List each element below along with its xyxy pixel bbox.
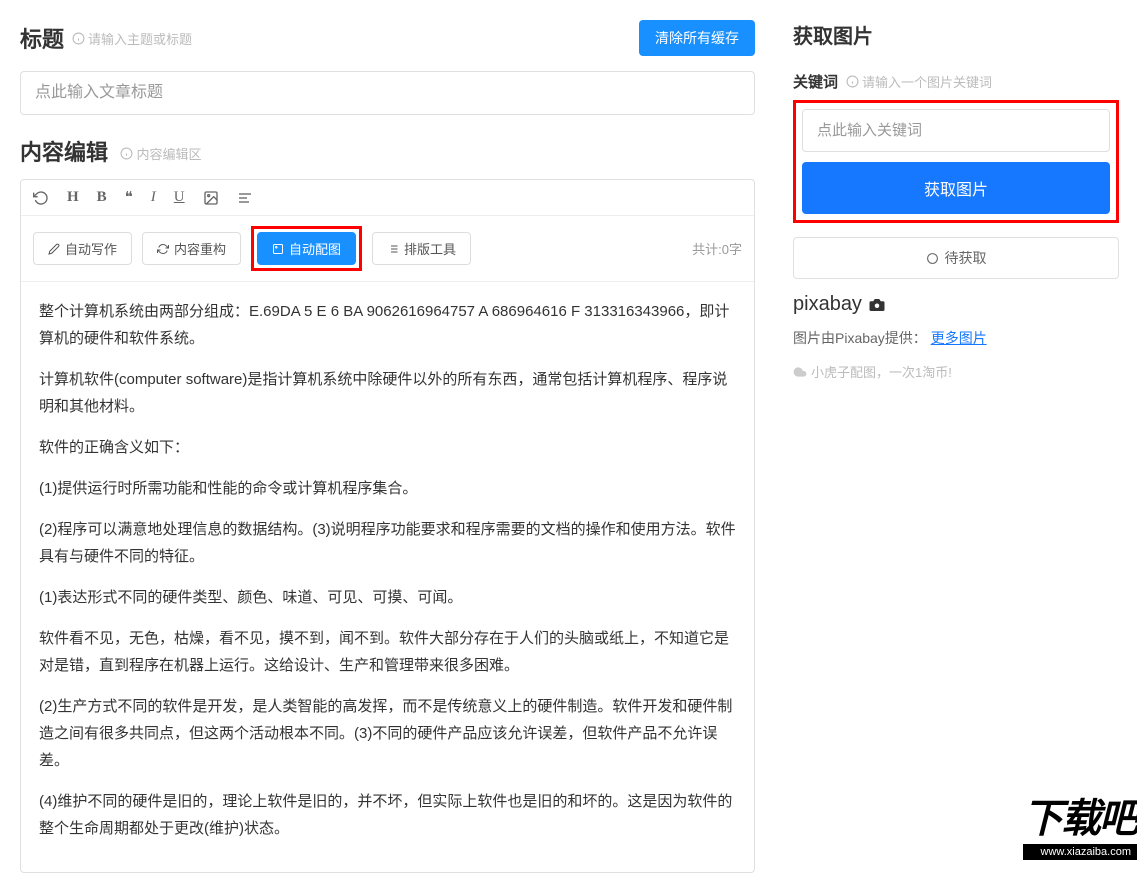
article-title-input[interactable] (20, 71, 755, 115)
paragraph: 软件的正确含义如下： (39, 434, 736, 461)
more-images-link[interactable]: 更多图片 (931, 330, 987, 346)
auto-image-button[interactable]: 自动配图 (257, 232, 356, 265)
image-icon[interactable] (203, 189, 219, 206)
editor-label: 内容编辑 (20, 140, 108, 165)
sidebar-panel: 获取图片 关键词 请输入一个图片关键词 获取图片 待获取 pixabay 图片由… (775, 0, 1137, 893)
align-icon[interactable] (237, 189, 253, 206)
editor-hint: 内容编辑区 (120, 144, 201, 163)
keyword-input[interactable] (802, 109, 1110, 152)
editor-content[interactable]: 整个计算机系统由两部分组成：E.69DA 5 E 6 BA 9062616964… (21, 282, 754, 872)
circle-icon (926, 252, 939, 265)
title-hint: 请输入主题或标题 (72, 29, 192, 48)
format-toolbar: H B ❝ I U (21, 180, 754, 216)
sidebar-title: 获取图片 (793, 20, 1119, 49)
editor-header: 内容编辑 内容编辑区 (20, 135, 755, 167)
info-icon (120, 147, 133, 160)
cloud-icon (793, 365, 807, 379)
highlight-frame: 获取图片 (793, 100, 1119, 223)
refresh-icon (157, 243, 169, 255)
paragraph: 计算机软件(computer software)是指计算机系统中除硬件以外的所有… (39, 366, 736, 420)
highlight-frame: 自动配图 (251, 226, 362, 271)
paragraph: (2)生产方式不同的软件是开发，是人类智能的高发挥，而不是传统意义上的硬件制造。… (39, 693, 736, 774)
get-image-button[interactable]: 获取图片 (802, 162, 1110, 214)
image-credit: 图片由Pixabay提供： 更多图片 (793, 328, 1119, 348)
paragraph: 软件看不见，无色，枯燥，看不见，摸不到，闻不到。软件大部分存在于人们的头脑或纸上… (39, 625, 736, 679)
editor-container: H B ❝ I U 自动写作 内容重构 自动配图 (20, 179, 755, 873)
quote-icon[interactable]: ❝ (125, 188, 133, 207)
watermark: 下载吧 www.xiazaiba.com (1023, 786, 1137, 860)
italic-icon[interactable]: I (151, 189, 156, 206)
action-toolbar: 自动写作 内容重构 自动配图 排版工具 共计:0字 (21, 216, 754, 282)
undo-icon[interactable] (33, 189, 49, 206)
paragraph: 整个计算机系统由两部分组成：E.69DA 5 E 6 BA 9062616964… (39, 298, 736, 352)
restructure-button[interactable]: 内容重构 (142, 232, 241, 265)
paragraph: (2)程序可以满意地处理信息的数据结构。(3)说明程序功能要求和程序需要的文档的… (39, 516, 736, 570)
info-icon (72, 32, 85, 45)
title-label: 标题 (20, 22, 64, 54)
promo-text: 小虎子配图，一次1淘币! (793, 362, 1119, 381)
layout-icon (387, 243, 399, 255)
paragraph: (1)提供运行时所需功能和性能的命令或计算机程序集合。 (39, 475, 736, 502)
watermark-url: www.xiazaiba.com (1023, 844, 1137, 860)
paragraph: (4)维护不同的硬件是旧的，理论上软件是旧的，并不坏，但实际上软件也是旧的和坏的… (39, 788, 736, 842)
pixabay-logo: pixabay (793, 293, 1119, 316)
layout-tool-button[interactable]: 排版工具 (372, 232, 471, 265)
underline-icon[interactable]: U (174, 189, 185, 206)
info-icon (846, 75, 859, 88)
heading-icon[interactable]: H (67, 189, 79, 206)
keyword-hint: 请输入一个图片关键词 (846, 72, 992, 91)
clear-cache-button[interactable]: 清除所有缓存 (639, 20, 755, 56)
pending-status[interactable]: 待获取 (793, 237, 1119, 279)
keyword-label: 关键词 (793, 71, 838, 92)
paragraph: (1)表达形式不同的硬件类型、颜色、味道、可见、可摸、可闻。 (39, 584, 736, 611)
word-count: 共计:0字 (692, 239, 742, 258)
title-header: 标题 请输入主题或标题 清除所有缓存 (20, 20, 755, 56)
auto-write-button[interactable]: 自动写作 (33, 232, 132, 265)
watermark-logo: 下载吧 (1023, 786, 1137, 844)
photo-icon (272, 243, 284, 255)
main-panel: 标题 请输入主题或标题 清除所有缓存 内容编辑 内容编辑区 H B ❝ I U (0, 0, 775, 893)
bold-icon[interactable]: B (97, 189, 107, 206)
pencil-icon (48, 243, 60, 255)
keyword-label-row: 关键词 请输入一个图片关键词 (793, 71, 1119, 92)
camera-icon (866, 294, 888, 315)
